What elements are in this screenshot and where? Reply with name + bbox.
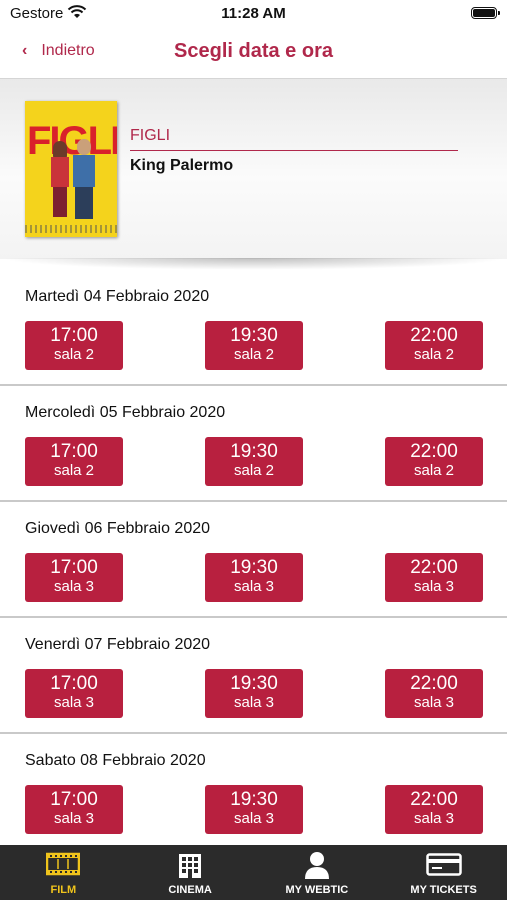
showtime-time: 22:00 — [410, 441, 458, 462]
showtime-room: sala 3 — [233, 694, 275, 711]
showtime-room: sala 3 — [53, 578, 95, 595]
film-header: FIGLI FIGLI King Palermo — [0, 78, 507, 259]
battery-icon — [471, 7, 500, 19]
showtime-time: 22:00 — [410, 789, 458, 810]
tab-my-webtic[interactable]: MY WEBTIC — [254, 845, 381, 900]
tab-film[interactable]: FILM — [0, 845, 127, 900]
showtime-time: 17:00 — [50, 789, 98, 810]
film-poster: FIGLI — [25, 101, 117, 237]
building-icon — [177, 851, 203, 884]
showtime-time: 17:00 — [50, 441, 98, 462]
user-icon — [304, 851, 330, 884]
showtime-button[interactable]: 22:00 sala 2 — [385, 321, 483, 370]
showtime-time: 17:00 — [50, 325, 98, 346]
showtime-time: 19:30 — [230, 441, 278, 462]
showtimes-list: Martedì 04 Febbraio 2020 17:00 sala 2 19:… — [0, 270, 507, 850]
showtime-room: sala 2 — [413, 346, 455, 363]
card-icon — [425, 851, 462, 882]
showtime-room: sala 3 — [413, 810, 455, 827]
tab-label: FILM — [50, 884, 77, 896]
title-divider — [130, 150, 458, 151]
showtime-room: sala 3 — [413, 578, 455, 595]
showtime-button[interactable]: 19:30 sala 3 — [205, 553, 303, 602]
showtime-button[interactable]: 19:30 sala 3 — [205, 669, 303, 718]
day-label: Sabato 08 Febbraio 2020 — [25, 752, 206, 769]
tab-my-tickets[interactable]: MY TICKETS — [380, 845, 507, 900]
poster-figure — [75, 187, 93, 219]
navigation-bar: ‹ Indietro Scegli data e ora — [0, 28, 507, 78]
showtime-time: 19:30 — [230, 673, 278, 694]
showtime-room: sala 2 — [413, 462, 455, 479]
status-time: 11:28 AM — [221, 5, 286, 22]
tab-label: MY WEBTIC — [285, 884, 349, 896]
poster-footer — [25, 225, 117, 233]
showtime-room: sala 3 — [53, 694, 95, 711]
day-section: Mercoledì 05 Febbraio 2020 17:00 sala 2 1… — [0, 386, 507, 502]
showtime-button[interactable]: 22:00 sala 2 — [385, 437, 483, 486]
showtime-button[interactable]: 22:00 sala 3 — [385, 669, 483, 718]
cinema-name: King Palermo — [130, 157, 234, 174]
showtime-time: 17:00 — [50, 673, 98, 694]
showtime-button[interactable]: 17:00 sala 2 — [25, 437, 123, 486]
poster-title: FIGLI — [27, 119, 117, 163]
showtime-time: 19:30 — [230, 325, 278, 346]
showtime-button[interactable]: 22:00 sala 3 — [385, 785, 483, 834]
showtime-time: 22:00 — [410, 673, 458, 694]
day-label: Mercoledì 05 Febbraio 2020 — [25, 404, 226, 421]
showtime-room: sala 3 — [233, 810, 275, 827]
tab-cinema[interactable]: CINEMA — [127, 845, 254, 900]
showtime-button[interactable]: 17:00 sala 2 — [25, 321, 123, 370]
showtime-button[interactable]: 17:00 sala 3 — [25, 785, 123, 834]
poster-figure — [73, 155, 95, 187]
page-title: Scegli data e ora — [174, 40, 333, 62]
film-strip-icon — [46, 851, 81, 882]
tab-bar: FILM CINEMA MY WEBTIC MY TICKETS — [0, 845, 507, 900]
showtime-button[interactable]: 17:00 sala 3 — [25, 553, 123, 602]
day-section: Venerdì 07 Febbraio 2020 17:00 sala 3 19:… — [0, 618, 507, 734]
showtime-room: sala 3 — [233, 578, 275, 595]
showtime-room: sala 2 — [233, 462, 275, 479]
showtime-time: 19:30 — [230, 557, 278, 578]
showtime-button[interactable]: 22:00 sala 3 — [385, 553, 483, 602]
showtime-time: 22:00 — [410, 557, 458, 578]
tab-label: CINEMA — [168, 884, 212, 896]
day-label: Venerdì 07 Febbraio 2020 — [25, 636, 211, 653]
showtime-room: sala 3 — [53, 810, 95, 827]
film-title: FIGLI — [130, 127, 171, 144]
poster-figure — [77, 139, 91, 155]
showtime-time: 19:30 — [230, 789, 278, 810]
poster-figure — [51, 157, 69, 187]
showtime-time: 17:00 — [50, 557, 98, 578]
showtime-button[interactable]: 19:30 sala 2 — [205, 321, 303, 370]
showtime-room: sala 3 — [413, 694, 455, 711]
tab-label: MY TICKETS — [410, 884, 477, 896]
day-section: Martedì 04 Febbraio 2020 17:00 sala 2 19:… — [0, 270, 507, 386]
showtime-button[interactable]: 19:30 sala 2 — [205, 437, 303, 486]
showtime-room: sala 2 — [53, 462, 95, 479]
day-section: Giovedì 06 Febbraio 2020 17:00 sala 3 19:… — [0, 502, 507, 618]
poster-figure — [53, 187, 67, 217]
status-bar: Gestore 11:28 AM — [0, 0, 507, 28]
day-label: Giovedì 06 Febbraio 2020 — [25, 520, 211, 537]
showtime-button[interactable]: 19:30 sala 3 — [205, 785, 303, 834]
header-shadow — [0, 258, 507, 270]
showtime-time: 22:00 — [410, 325, 458, 346]
showtime-button[interactable]: 17:00 sala 3 — [25, 669, 123, 718]
showtime-room: sala 2 — [233, 346, 275, 363]
day-section: Sabato 08 Febbraio 2020 17:00 sala 3 19:3… — [0, 734, 507, 850]
showtime-room: sala 2 — [53, 346, 95, 363]
day-label: Martedì 04 Febbraio 2020 — [25, 288, 210, 305]
